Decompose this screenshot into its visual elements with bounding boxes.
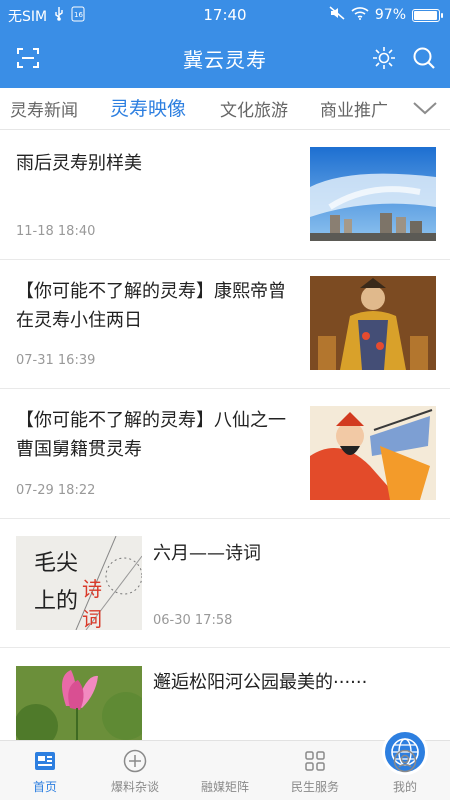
nav-label: 首页 <box>32 780 57 794</box>
top-bar: 无SIM 16 17:40 97% 冀云灵寿 <box>0 0 450 88</box>
tab-lingshou-news[interactable]: 灵寿新闻 <box>10 96 78 121</box>
thumbnail-calligraphy: 毛尖 <box>34 551 78 576</box>
sun-icon[interactable] <box>372 46 396 70</box>
mute-icon <box>329 6 345 24</box>
news-title: 雨后灵寿别样美 <box>16 153 142 174</box>
news-thumbnail <box>310 406 436 500</box>
news-item[interactable]: 【你可能不了解的灵寿】康熙帝曾在灵寿小住两日 07-31 16:39 <box>0 260 450 389</box>
nav-services[interactable]: 民生服务 <box>270 741 360 800</box>
news-thumbnail: 毛尖 上的 诗 词 <box>16 536 142 630</box>
nav-media-matrix[interactable]: 融媒矩阵 <box>180 729 428 800</box>
nav-profile[interactable]: 我的 <box>360 741 450 800</box>
battery-icon <box>412 8 443 22</box>
news-time: 11-18 18:40 <box>16 224 96 239</box>
category-tabs: 灵寿新闻 灵寿映像 文化旅游 商业推广 <box>0 88 450 130</box>
battery-percent: 97% <box>374 7 406 23</box>
tab-business-promo[interactable]: 商业推广 <box>320 96 388 121</box>
nav-label: 爆料杂谈 <box>110 780 159 794</box>
news-thumbnail <box>310 276 436 370</box>
news-title: 邂逅松阳河公园最美的······ <box>153 672 368 693</box>
home-icon <box>33 749 57 773</box>
news-time: 06-30 17:58 <box>153 613 233 628</box>
search-icon[interactable] <box>412 46 436 70</box>
nav-tips[interactable]: 爆料杂谈 <box>90 741 180 800</box>
nav-label: 民生服务 <box>290 780 339 794</box>
bottom-nav: 首页 爆料杂谈 融媒矩阵 民生服务 我的 <box>0 729 450 800</box>
tab-lingshou-image[interactable]: 灵寿映像 <box>110 94 186 121</box>
svg-text:诗: 诗 <box>82 577 102 601</box>
more-tabs-button[interactable] <box>402 88 450 129</box>
chevron-down-icon <box>413 102 437 115</box>
news-item[interactable]: 毛尖 上的 诗 词 六月——诗词 06-30 17:58 <box>0 519 450 648</box>
news-item[interactable]: 【你可能不了解的灵寿】八仙之一曹国舅籍贯灵寿 07-29 18:22 <box>0 389 450 519</box>
status-right: 97% <box>329 6 443 24</box>
tab-culture-travel[interactable]: 文化旅游 <box>220 96 288 121</box>
nav-home[interactable]: 首页 <box>0 741 90 800</box>
nav-label: 我的 <box>392 780 417 794</box>
news-time: 07-29 18:22 <box>16 483 96 498</box>
wifi-icon <box>351 6 369 24</box>
user-icon <box>393 749 417 773</box>
news-time: 07-31 16:39 <box>16 353 96 368</box>
news-item[interactable]: 邂逅松阳河公园最美的······ <box>0 648 450 740</box>
news-title: 【你可能不了解的灵寿】八仙之一曹国舅籍贯灵寿 <box>16 410 286 460</box>
news-thumbnail <box>16 666 142 740</box>
news-title: 六月——诗词 <box>153 543 261 564</box>
grid-icon <box>303 749 327 773</box>
svg-text:上的: 上的 <box>34 589 78 614</box>
nav-label: 融媒矩阵 <box>200 780 249 794</box>
news-item[interactable]: 雨后灵寿别样美 11-18 18:40 <box>0 131 450 260</box>
add-circle-icon <box>123 749 147 773</box>
status-bar: 无SIM 16 17:40 97% <box>0 0 450 30</box>
news-thumbnail <box>310 147 436 241</box>
app-header: 冀云灵寿 <box>0 30 450 88</box>
news-title: 【你可能不了解的灵寿】康熙帝曾在灵寿小住两日 <box>16 281 286 331</box>
svg-text:词: 词 <box>82 607 102 630</box>
